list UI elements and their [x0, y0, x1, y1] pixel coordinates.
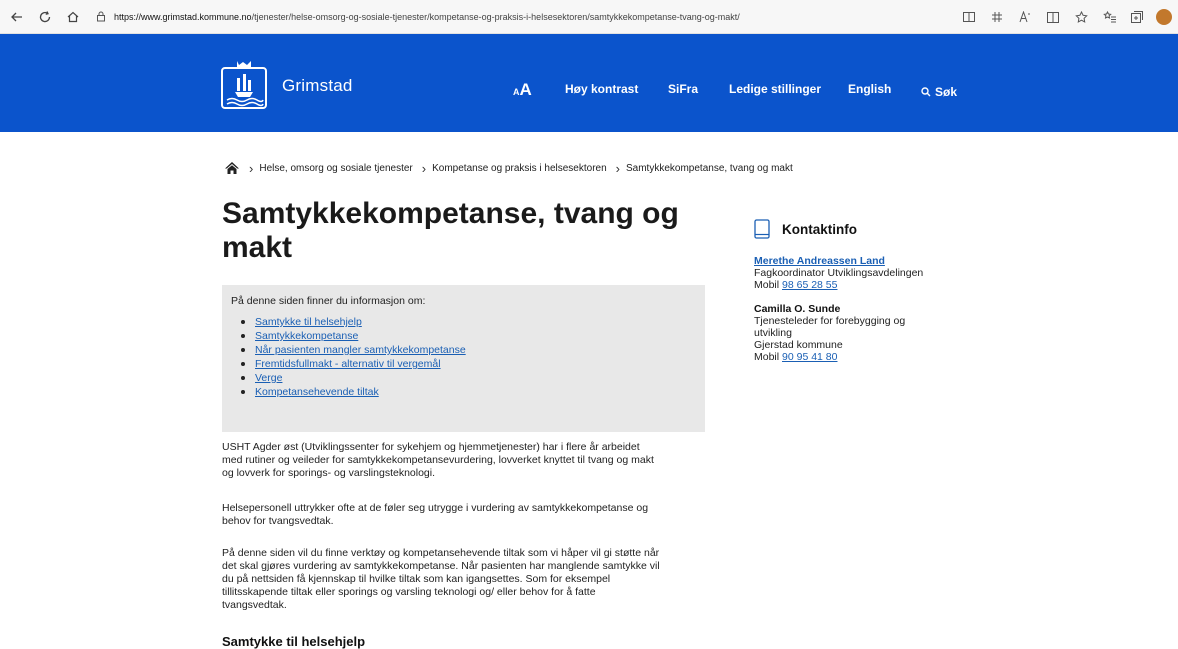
paragraph-helsepersonell: Helsepersonell uttrykker ofte at de føle… — [222, 502, 649, 527]
toc-link-verge[interactable]: Verge — [255, 371, 282, 385]
toc-link-fremtidsfullmakt[interactable]: Fremtidsfullmakt - alternativ til vergem… — [255, 357, 441, 371]
phone-icon — [754, 219, 770, 239]
contact-person: Camilla O. Sunde Tjenesteleder for foreb… — [754, 303, 994, 363]
page-title-line2: makt — [222, 231, 293, 264]
apps-icon[interactable] — [986, 6, 1008, 28]
font-size-toggle[interactable]: AA — [513, 80, 532, 100]
phone-label: Mobil — [754, 351, 780, 363]
chevron-right-icon: › — [249, 160, 254, 176]
contact-role: Tjenesteleder for forebygging og — [754, 315, 906, 327]
contact-info: Kontaktinfo Merethe Andreassen Land Fagk… — [754, 219, 994, 363]
favorite-icon[interactable] — [1070, 6, 1092, 28]
bullet — [241, 334, 245, 338]
grimstad-logo-icon[interactable] — [221, 58, 267, 110]
toc-list: Samtykke til helsehjelp Samtykkekompetan… — [231, 315, 696, 399]
breadcrumb-item-kompetanse[interactable]: Kompetanse og praksis i helsesektoren — [432, 163, 607, 174]
phone-label: Mobil — [754, 279, 780, 291]
section-heading-samtykke: Samtykke til helsehjelp — [222, 634, 366, 649]
bullet — [241, 362, 245, 366]
reader-view-icon[interactable] — [958, 6, 980, 28]
paragraph-verktoy: På denne siden vil du finne verktøy og k… — [222, 547, 660, 611]
profile-avatar[interactable] — [1156, 9, 1172, 25]
search-label: Søk — [935, 85, 958, 99]
address-bar[interactable]: https://www.grimstad.kommune.no/tjeneste… — [94, 10, 740, 24]
back-icon[interactable] — [6, 6, 28, 28]
toc-link-samtykke-til-helsehjelp[interactable]: Samtykke til helsehjelp — [255, 315, 362, 329]
toc-link-mangler-samtykkekompetanse[interactable]: Når pasienten mangler samtykkekompetanse — [255, 343, 466, 357]
page-title: Samtykkekompetanse, tvang og makt — [222, 197, 722, 265]
phone-link[interactable]: 98 65 28 55 — [782, 279, 837, 291]
home-button-icon[interactable] — [62, 6, 84, 28]
page-title-line1: Samtykkekompetanse, tvang og — [222, 197, 679, 230]
bullet — [241, 376, 245, 380]
breadcrumb-item-helse[interactable]: Helse, omsorg og sosiale tjenester — [259, 163, 412, 174]
refresh-icon[interactable] — [34, 6, 56, 28]
site-header: Grimstad AA Høy kontrast SiFra Ledige st… — [0, 34, 1178, 132]
bullet — [241, 390, 245, 394]
list-item: Fremtidsfullmakt - alternativ til vergem… — [241, 357, 696, 371]
bullet — [241, 320, 245, 324]
search-button[interactable]: Søk — [921, 82, 957, 102]
contact-role-cont: utvikling — [754, 327, 792, 339]
search-icon — [921, 87, 931, 97]
list-item: Kompetansehevende tiltak — [241, 385, 696, 399]
paragraph-usht: USHT Agder øst (Utviklingssenter for syk… — [222, 441, 654, 479]
read-aloud-icon[interactable] — [1014, 6, 1036, 28]
list-item: Når pasienten mangler samtykkekompetanse — [241, 343, 696, 357]
collections-icon[interactable] — [1126, 6, 1148, 28]
favorites-list-icon[interactable] — [1098, 6, 1120, 28]
phone-link[interactable]: 90 95 41 80 — [782, 351, 837, 363]
home-icon[interactable] — [224, 161, 240, 175]
toc-intro: På denne siden finner du informasjon om: — [231, 295, 426, 307]
list-item: Verge — [241, 371, 696, 385]
site-logo-text[interactable]: Grimstad — [282, 76, 353, 96]
chevron-right-icon: › — [615, 160, 620, 176]
url-text: https://www.grimstad.kommune.no/tjeneste… — [114, 11, 740, 22]
contact-org: Gjerstad kommune — [754, 339, 843, 351]
lock-icon — [94, 10, 108, 24]
nav-high-contrast[interactable]: Høy kontrast — [565, 82, 638, 102]
contact-title: Kontaktinfo — [782, 221, 857, 237]
breadcrumb: › Helse, omsorg og sosiale tjenester › K… — [224, 160, 793, 176]
list-item: Samtykke til helsehjelp — [241, 315, 696, 329]
nav-sifra[interactable]: SiFra — [668, 82, 698, 102]
nav-english[interactable]: English — [848, 82, 891, 102]
contact-person: Merethe Andreassen Land Fagkoordinator U… — [754, 255, 994, 291]
toc-link-kompetansehevende-tiltak[interactable]: Kompetansehevende tiltak — [255, 385, 379, 399]
nav-ledige-stillinger[interactable]: Ledige stillinger — [729, 82, 821, 102]
bullet — [241, 348, 245, 352]
browser-toolbar: https://www.grimstad.kommune.no/tjeneste… — [0, 0, 1178, 34]
contact-role: Fagkoordinator Utviklingsavdelingen — [754, 267, 924, 279]
contact-name: Camilla O. Sunde — [754, 303, 841, 315]
contact-name-link[interactable]: Merethe Andreassen Land — [754, 255, 885, 267]
breadcrumb-item-current: Samtykkekompetanse, tvang og makt — [626, 162, 793, 174]
toc-link-samtykkekompetanse[interactable]: Samtykkekompetanse — [255, 329, 358, 343]
table-of-contents-box: På denne siden finner du informasjon om:… — [222, 285, 705, 432]
list-item: Samtykkekompetanse — [241, 329, 696, 343]
chevron-right-icon: › — [421, 160, 427, 176]
split-screen-icon[interactable] — [1042, 6, 1064, 28]
